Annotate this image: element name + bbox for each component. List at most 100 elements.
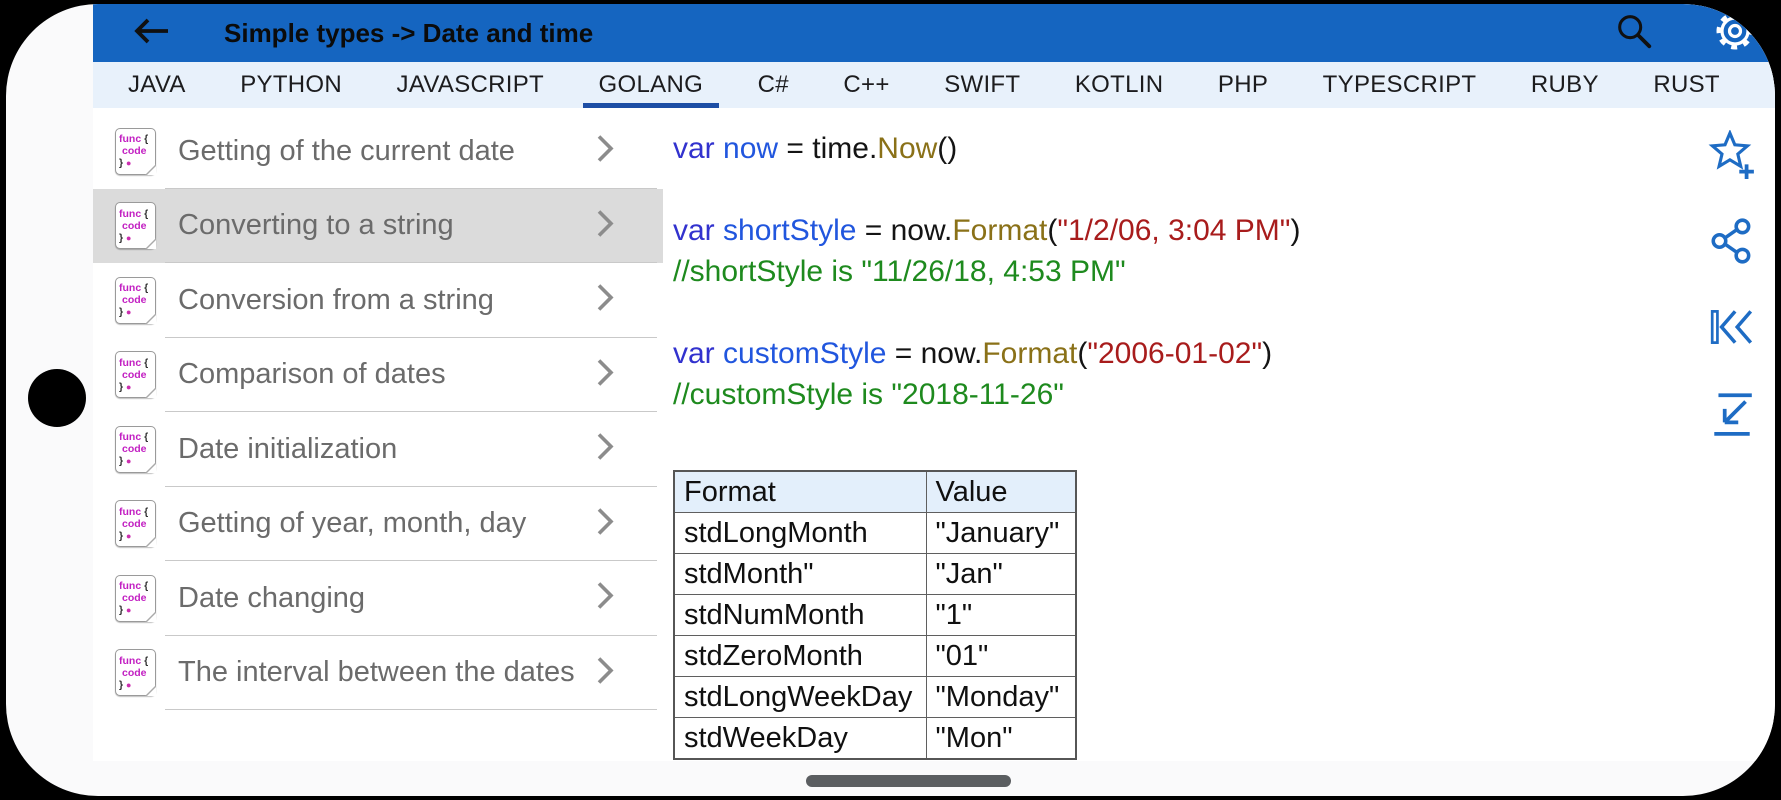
tab-ruby[interactable]: RUBY: [1531, 62, 1599, 108]
app-bar: Simple types -> Date and time: [93, 4, 1775, 62]
code-block: var now = time.Now() var shortStyle = no…: [673, 128, 1775, 415]
device-screen: Simple types -> Date and time: [6, 4, 1775, 796]
format-table: FormatValue stdLongMonth"January"stdMont…: [673, 470, 1077, 760]
search-icon: [1613, 10, 1655, 57]
sidebar-item-date-changing[interactable]: func {code} ● Date changing: [93, 561, 663, 636]
gear-icon: [1711, 7, 1759, 60]
table-cell: stdNumMonth: [674, 595, 926, 636]
chevron-right-icon: [595, 431, 615, 468]
table-cell: stdMonth": [674, 554, 926, 595]
code-file-icon: func {code} ●: [115, 500, 156, 547]
gesture-handle[interactable]: [806, 775, 1011, 787]
table-header-row: FormatValue: [674, 471, 1076, 513]
chevron-right-icon: [595, 505, 615, 542]
sidebar-item-label: Date initialization: [178, 433, 397, 466]
skip-to-start-button[interactable]: [1707, 304, 1757, 354]
sidebar-item-label: Comparison of dates: [178, 358, 446, 391]
table-row: stdLongMonth"January": [674, 513, 1076, 554]
share-icon: [1707, 216, 1757, 271]
settings-button[interactable]: [1711, 9, 1759, 57]
tab-swift[interactable]: SWIFT: [944, 62, 1020, 108]
code-file-icon: func {code} ●: [115, 426, 156, 473]
sidebar-item-conversion-from-a-string[interactable]: func {code} ● Conversion from a string: [93, 263, 663, 338]
table-cell: "1": [926, 595, 1076, 636]
page-title: Simple types -> Date and time: [224, 4, 593, 62]
sidebar-item-getting-of-year-month-day[interactable]: func {code} ● Getting of year, month, day: [93, 487, 663, 562]
code-line: var now = time.Now(): [673, 128, 1775, 169]
sidebar-item-label: The interval between the dates: [178, 656, 575, 689]
table-header-cell: Value: [926, 471, 1076, 513]
back-arrow-icon: [130, 14, 172, 53]
code-panel: var now = time.Now() var shortStyle = no…: [663, 108, 1775, 761]
app-window: Simple types -> Date and time: [93, 4, 1775, 761]
sidebar-item-label: Date changing: [178, 582, 365, 615]
table-cell: "01": [926, 636, 1076, 677]
table-cell: stdLongWeekDay: [674, 677, 926, 718]
code-file-icon: func {code} ●: [115, 575, 156, 622]
table-row: stdMonth""Jan": [674, 554, 1076, 595]
sidebar-item-label: Getting of the current date: [178, 135, 515, 168]
arrow-bottom-left-icon: [1707, 388, 1757, 443]
chevron-right-icon: [595, 207, 615, 244]
sidebar-item-date-initialization[interactable]: func {code} ● Date initialization: [93, 412, 663, 487]
table-cell: "Mon": [926, 718, 1076, 760]
topic-list: func {code} ● Getting of the current date…: [93, 108, 663, 761]
table-row: stdWeekDay"Mon": [674, 718, 1076, 760]
table-row: stdZeroMonth"01": [674, 636, 1076, 677]
tab-rust[interactable]: RUST: [1653, 62, 1720, 108]
tab-php[interactable]: PHP: [1218, 62, 1268, 108]
table-cell: "Jan": [926, 554, 1076, 595]
chevron-right-icon: [595, 133, 615, 170]
tab-javascript[interactable]: JAVASCRIPT: [397, 62, 544, 108]
device-frame: Simple types -> Date and time: [0, 0, 1781, 800]
code-file-icon: func {code} ●: [115, 128, 156, 175]
favorite-add-button[interactable]: [1707, 132, 1757, 182]
code-line: var shortStyle = now.Format("1/2/06, 3:0…: [673, 210, 1775, 251]
code-line: //shortStyle is "11/26/18, 4:53 PM": [673, 251, 1775, 292]
code-line: //customStyle is "2018-11-26": [673, 374, 1775, 415]
table-row: stdLongWeekDay"Monday": [674, 677, 1076, 718]
sidebar-item-label: Converting to a string: [178, 209, 454, 242]
code-line: var customStyle = now.Format("2006-01-02…: [673, 333, 1775, 374]
chevron-right-icon: [595, 282, 615, 319]
camera-cutout: [28, 369, 86, 427]
favorite-add-icon: [1707, 130, 1757, 185]
back-button[interactable]: [129, 12, 173, 54]
sidebar-item-comparison-of-dates[interactable]: func {code} ● Comparison of dates: [93, 338, 663, 413]
collapse-button[interactable]: [1707, 390, 1757, 440]
table-cell: stdZeroMonth: [674, 636, 926, 677]
code-file-icon: func {code} ●: [115, 649, 156, 696]
chevron-right-icon: [595, 654, 615, 691]
sidebar-item-getting-of-the-current-date[interactable]: func {code} ● Getting of the current date: [93, 114, 663, 189]
tab-c-sharp[interactable]: C#: [758, 62, 789, 108]
sidebar-item-converting-to-a-string[interactable]: func {code} ● Converting to a string: [93, 189, 663, 264]
table-cell: "Monday": [926, 677, 1076, 718]
content-area: func {code} ● Getting of the current date…: [93, 108, 1775, 761]
table-cell: stdWeekDay: [674, 718, 926, 760]
sidebar-item-label: Conversion from a string: [178, 284, 494, 317]
tab-golang[interactable]: GOLANG: [599, 62, 704, 108]
tab-python[interactable]: PYTHON: [240, 62, 342, 108]
code-line: [673, 169, 1775, 210]
code-file-icon: func {code} ●: [115, 351, 156, 398]
table-cell: "January": [926, 513, 1076, 554]
tab-typescript[interactable]: TYPESCRIPT: [1323, 62, 1477, 108]
code-file-icon: func {code} ●: [115, 277, 156, 324]
table-header-cell: Format: [674, 471, 926, 513]
table-cell: stdLongMonth: [674, 513, 926, 554]
chevron-right-icon: [595, 580, 615, 617]
search-button[interactable]: [1611, 11, 1657, 55]
sidebar-item-the-interval-between-the-dates[interactable]: func {code} ● The interval between the da…: [93, 636, 663, 711]
language-tab-bar: JAVA PYTHON JAVASCRIPT GOLANG C# C++ SWIFT KOTL…: [93, 62, 1775, 108]
tab-kotlin[interactable]: KOTLIN: [1075, 62, 1163, 108]
share-button[interactable]: [1707, 218, 1757, 268]
chevron-right-icon: [595, 356, 615, 393]
sidebar-item-label: Getting of year, month, day: [178, 507, 526, 540]
action-rail: [1707, 132, 1757, 440]
code-line: [673, 292, 1775, 333]
code-file-icon: func {code} ●: [115, 202, 156, 249]
tab-java[interactable]: JAVA: [128, 62, 186, 108]
tab-c-plus-plus[interactable]: C++: [843, 62, 889, 108]
table-row: stdNumMonth"1": [674, 595, 1076, 636]
skip-to-start-icon: [1707, 302, 1757, 357]
